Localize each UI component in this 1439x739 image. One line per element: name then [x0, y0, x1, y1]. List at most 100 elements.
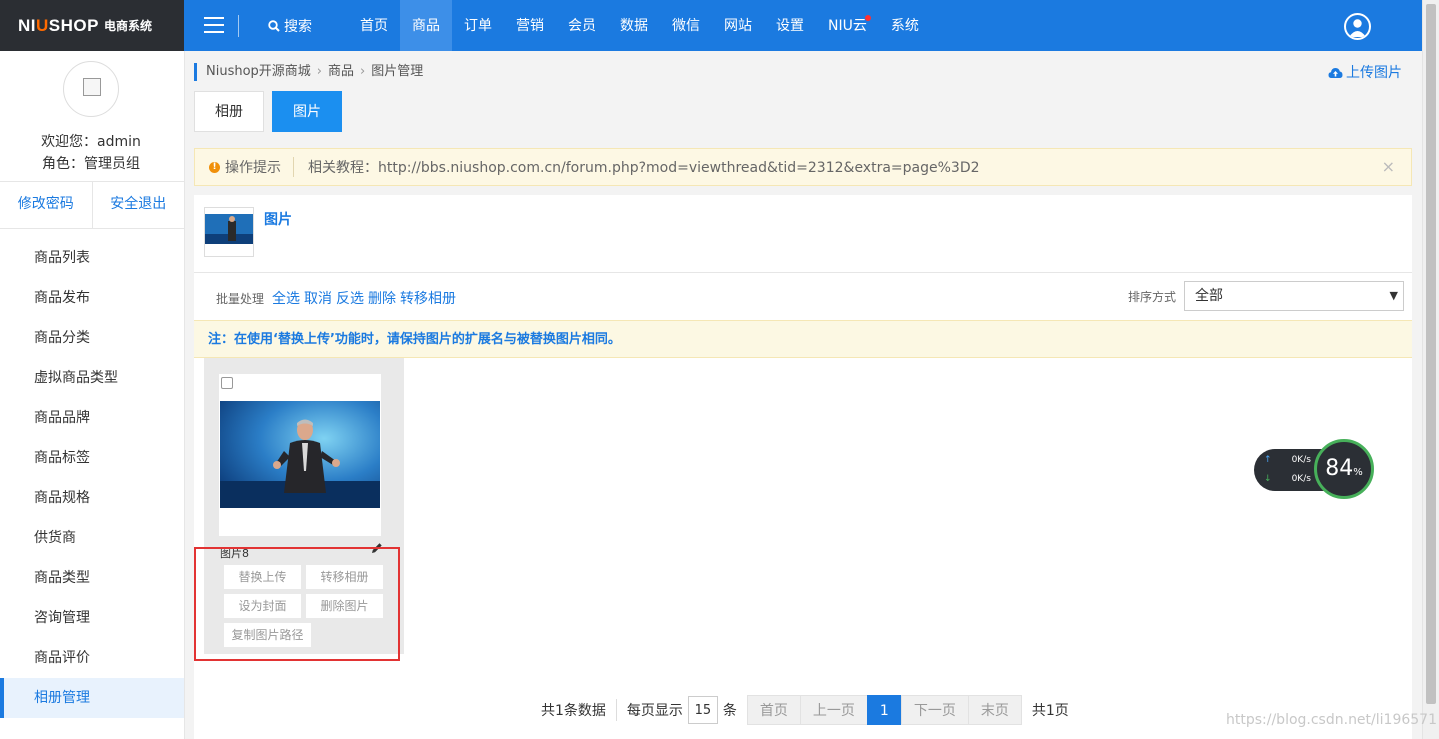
sidebar-item-goods-brand[interactable]: 商品品牌 — [0, 398, 184, 438]
divider — [615, 699, 617, 721]
sidebar-item-virtual-goods-type[interactable]: 虚拟商品类型 — [0, 358, 184, 398]
watermark: https://blog.csdn.net/li196571 — [1226, 712, 1437, 728]
nav-niu-cloud[interactable]: NIU云 — [816, 0, 879, 51]
tip-label: 操作提示 — [225, 157, 294, 177]
nav-members[interactable]: 会员 — [556, 0, 608, 51]
menu-toggle-icon[interactable] — [204, 17, 224, 33]
role-text: 角色：管理员组 — [42, 156, 140, 172]
tip-text[interactable]: 相关教程：http://bbs.niushop.com.cn/forum.php… — [308, 157, 980, 177]
sidebar-item-goods-publish[interactable]: 商品发布 — [0, 278, 184, 318]
sidebar-item-goods-spec[interactable]: 商品规格 — [0, 478, 184, 518]
scrollbar-thumb[interactable] — [1426, 4, 1436, 704]
sort-value: 全部 — [1195, 288, 1223, 304]
last-page-button[interactable]: 末页 — [967, 695, 1022, 725]
album-cover-thumbnail — [204, 207, 254, 257]
nav-settings[interactable]: 设置 — [764, 0, 816, 51]
sidebar-menu: 商品列表 商品发布 商品分类 虚拟商品类型 商品品牌 商品标签 商品规格 供货商… — [0, 238, 184, 718]
upload-image-link[interactable]: 上传图片 — [1328, 62, 1402, 82]
breadcrumb-root[interactable]: Niushop开源商城 — [206, 64, 311, 79]
pagination: 共1条数据 每页显示 15 条 首页 上一页 1 下一页 末页 共1页 — [541, 695, 1069, 725]
notification-dot — [864, 15, 871, 21]
nav-wechat[interactable]: 微信 — [660, 0, 712, 51]
first-page-button[interactable]: 首页 — [746, 695, 801, 725]
invert-select-link[interactable]: 反选 — [336, 288, 364, 308]
cancel-select-link[interactable]: 取消 — [304, 288, 332, 308]
sidebar-item-goods-review[interactable]: 商品评价 — [0, 638, 184, 678]
sidebar-item-goods-category[interactable]: 商品分类 — [0, 318, 184, 358]
nav-home[interactable]: 首页 — [348, 0, 400, 51]
divider — [194, 272, 1412, 273]
info-icon: ! — [209, 161, 220, 173]
search-label: 搜索 — [284, 19, 312, 35]
page-scrollbar[interactable] — [1422, 0, 1439, 739]
chevron-right-icon: › — [360, 64, 366, 79]
main-nav: 首页 商品 订单 营销 会员 数据 微信 网站 设置 NIU云 系统 — [348, 0, 931, 51]
welcome-block: 欢迎您：admin 角色：管理员组 — [0, 131, 182, 175]
replace-upload-note: 注：在使用‘替换上传’功能时，请保持图片的扩展名与被替换图片相同。 — [194, 320, 1412, 358]
upload-image-label: 上传图片 — [1346, 65, 1402, 81]
next-page-button[interactable]: 下一页 — [900, 695, 969, 725]
per-page-unit: 条 — [722, 703, 737, 719]
logout-link[interactable]: 安全退出 — [93, 182, 185, 228]
per-page-label: 每页显示 — [626, 703, 683, 719]
nav-system[interactable]: 系统 — [879, 0, 931, 51]
batch-move-link[interactable]: 转移相册 — [400, 288, 456, 308]
broken-image-icon — [83, 78, 101, 96]
sidebar: 欢迎您：admin 角色：管理员组 修改密码 安全退出 商品列表 商品发布 商品… — [0, 51, 185, 739]
admin-avatar — [63, 61, 119, 117]
arrow-down-icon: ↓ — [1264, 474, 1272, 484]
sidebar-item-supplier[interactable]: 供货商 — [0, 518, 184, 558]
image-checkbox[interactable] — [221, 377, 233, 389]
top-bar: NIUSHOP 电商系统 搜索 首页 商品 订单 营销 会员 数据 微信 网站 … — [0, 0, 1422, 51]
sidebar-item-album[interactable]: 相册管理 — [0, 678, 184, 718]
welcome-text: 欢迎您：admin — [41, 134, 141, 150]
total-count: 共1条数据 — [541, 703, 606, 719]
change-password-link[interactable]: 修改密码 — [0, 182, 93, 228]
breadcrumb-goods[interactable]: 商品 — [328, 64, 354, 79]
search-icon — [268, 20, 280, 32]
arrow-up-icon: ↑ — [1264, 455, 1272, 465]
current-page-button[interactable]: 1 — [866, 695, 902, 725]
batch-actions: 批量处理 全选 取消 反选 删除 转移相册 — [216, 288, 456, 308]
memory-percent: 84 — [1325, 456, 1354, 481]
operation-tip: ! 操作提示 相关教程：http://bbs.niushop.com.cn/fo… — [194, 148, 1412, 186]
total-pages: 共1页 — [1031, 703, 1069, 719]
per-page-input[interactable]: 15 — [687, 696, 718, 724]
breadcrumb: Niushop开源商城 › 商品 › 图片管理 — [194, 63, 423, 81]
nav-niu-cloud-label: NIU云 — [828, 18, 867, 34]
close-icon[interactable]: × — [1382, 157, 1395, 176]
nav-orders[interactable]: 订单 — [452, 0, 504, 51]
brand-name: NIUSHOP — [18, 15, 99, 35]
nav-website[interactable]: 网站 — [712, 0, 764, 51]
tab-album[interactable]: 相册 — [194, 91, 264, 132]
prev-page-button[interactable]: 上一页 — [799, 695, 868, 725]
memory-gauge[interactable]: 84% — [1314, 439, 1374, 499]
highlight-box — [194, 547, 400, 661]
brand-subtitle: 电商系统 — [103, 19, 152, 33]
sidebar-item-goods-type[interactable]: 商品类型 — [0, 558, 184, 598]
batch-label: 批量处理 — [216, 291, 265, 306]
tab-images[interactable]: 图片 — [272, 91, 342, 132]
divider — [238, 15, 239, 37]
logo: NIUSHOP 电商系统 — [0, 0, 184, 51]
sidebar-item-goods-tag[interactable]: 商品标签 — [0, 438, 184, 478]
chevron-right-icon: › — [316, 64, 322, 79]
nav-data[interactable]: 数据 — [608, 0, 660, 51]
download-speed: ↓ 0K/s — [1264, 474, 1311, 484]
sort-select[interactable]: 全部 ▼ — [1184, 281, 1404, 311]
nav-goods[interactable]: 商品 — [400, 0, 452, 51]
breadcrumb-current: 图片管理 — [371, 64, 424, 79]
batch-delete-link[interactable]: 删除 — [368, 288, 396, 308]
nav-marketing[interactable]: 营销 — [504, 0, 556, 51]
memory-percent-unit: % — [1353, 467, 1363, 478]
sort-label: 排序方式 — [1128, 290, 1177, 304]
user-avatar-icon[interactable] — [1344, 13, 1371, 40]
sidebar-item-consult[interactable]: 咨询管理 — [0, 598, 184, 638]
sidebar-item-goods-list[interactable]: 商品列表 — [0, 238, 184, 278]
image-frame — [219, 374, 381, 536]
search-button[interactable]: 搜索 — [268, 0, 312, 51]
image-thumbnail[interactable] — [220, 401, 380, 508]
select-all-link[interactable]: 全选 — [272, 288, 300, 308]
tab-bar: 相册 图片 — [194, 91, 350, 132]
album-title: 图片 — [264, 212, 292, 228]
